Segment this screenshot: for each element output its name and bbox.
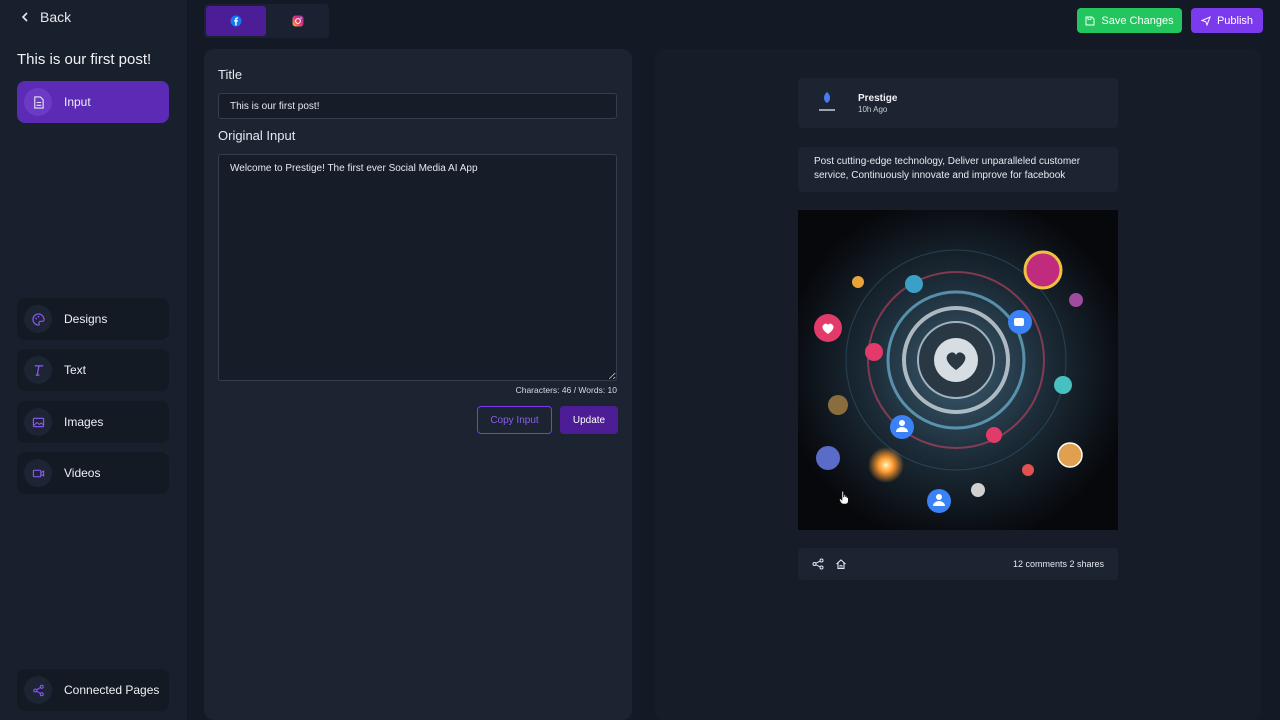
- sidebar-item-label: Images: [64, 415, 104, 429]
- title-label: Title: [218, 67, 243, 82]
- title-input[interactable]: [218, 93, 617, 119]
- update-button[interactable]: Update: [560, 406, 618, 434]
- publish-label: Publish: [1216, 14, 1254, 27]
- sidebar-item-label: Text: [64, 363, 87, 377]
- copy-input-button[interactable]: Copy Input: [477, 406, 552, 434]
- save-label: Save Changes: [1101, 14, 1174, 27]
- post-image: [798, 210, 1118, 530]
- post-footer: 12 comments 2 shares: [798, 548, 1118, 580]
- send-icon: [1200, 15, 1211, 26]
- post-image-graphic: [798, 210, 1118, 530]
- original-input-label: Original Input: [218, 128, 296, 143]
- chevron-left-icon: [21, 12, 28, 22]
- home-icon[interactable]: [835, 558, 847, 570]
- tab-instagram[interactable]: [268, 6, 328, 36]
- facebook-icon: [230, 15, 242, 27]
- editor-panel: Title Original Input Welcome to Prestige…: [204, 49, 632, 720]
- sidebar-item-label: Designs: [64, 312, 108, 326]
- sidebar-item-label: Videos: [64, 466, 101, 480]
- palette-icon: [24, 305, 52, 333]
- sidebar-item-images[interactable]: Images: [17, 401, 169, 443]
- share-icon[interactable]: [812, 558, 824, 570]
- share-nodes-icon: [24, 676, 52, 704]
- image-icon: [24, 408, 52, 436]
- back-button[interactable]: Back: [20, 9, 71, 25]
- back-label: Back: [40, 9, 72, 25]
- post-preview-panel: Prestige 10h Ago Post cutting-edge techn…: [655, 49, 1261, 720]
- post-title: This is our first post!: [17, 51, 152, 68]
- post-text: Post cutting-edge technology, Deliver un…: [798, 147, 1118, 192]
- sidebar-item-designs[interactable]: Designs: [17, 298, 169, 340]
- mouse-cursor-icon: [839, 491, 849, 505]
- save-changes-button[interactable]: Save Changes: [1077, 8, 1182, 33]
- sidebar-item-label: Input: [64, 95, 91, 109]
- text-icon: [24, 356, 52, 384]
- platform-tabs: [204, 4, 329, 38]
- publish-button[interactable]: Publish: [1191, 8, 1263, 33]
- sidebar-item-label: Connected Pages: [64, 683, 160, 697]
- post-author: Prestige: [858, 93, 898, 104]
- original-input-field[interactable]: Welcome to Prestige! The first ever Soci…: [218, 154, 617, 381]
- instagram-icon: [292, 15, 304, 27]
- save-icon: [1085, 16, 1095, 25]
- sidebar-item-input[interactable]: Input: [17, 81, 169, 123]
- sidebar-item-videos[interactable]: Videos: [17, 452, 169, 494]
- post-header: Prestige 10h Ago: [798, 78, 1118, 128]
- prestige-logo: [819, 92, 835, 111]
- sidebar: Back This is our first post! Input Desig…: [0, 0, 187, 720]
- sidebar-item-text[interactable]: Text: [17, 349, 169, 391]
- document-icon: [24, 88, 52, 116]
- post-time: 10h Ago: [858, 105, 888, 114]
- tab-facebook[interactable]: [206, 6, 266, 36]
- video-icon: [24, 459, 52, 487]
- post-stats: 12 comments 2 shares: [1012, 559, 1104, 569]
- character-counter: Characters: 46 / Words: 10: [515, 385, 617, 395]
- sidebar-item-connected-pages[interactable]: Connected Pages: [17, 669, 169, 711]
